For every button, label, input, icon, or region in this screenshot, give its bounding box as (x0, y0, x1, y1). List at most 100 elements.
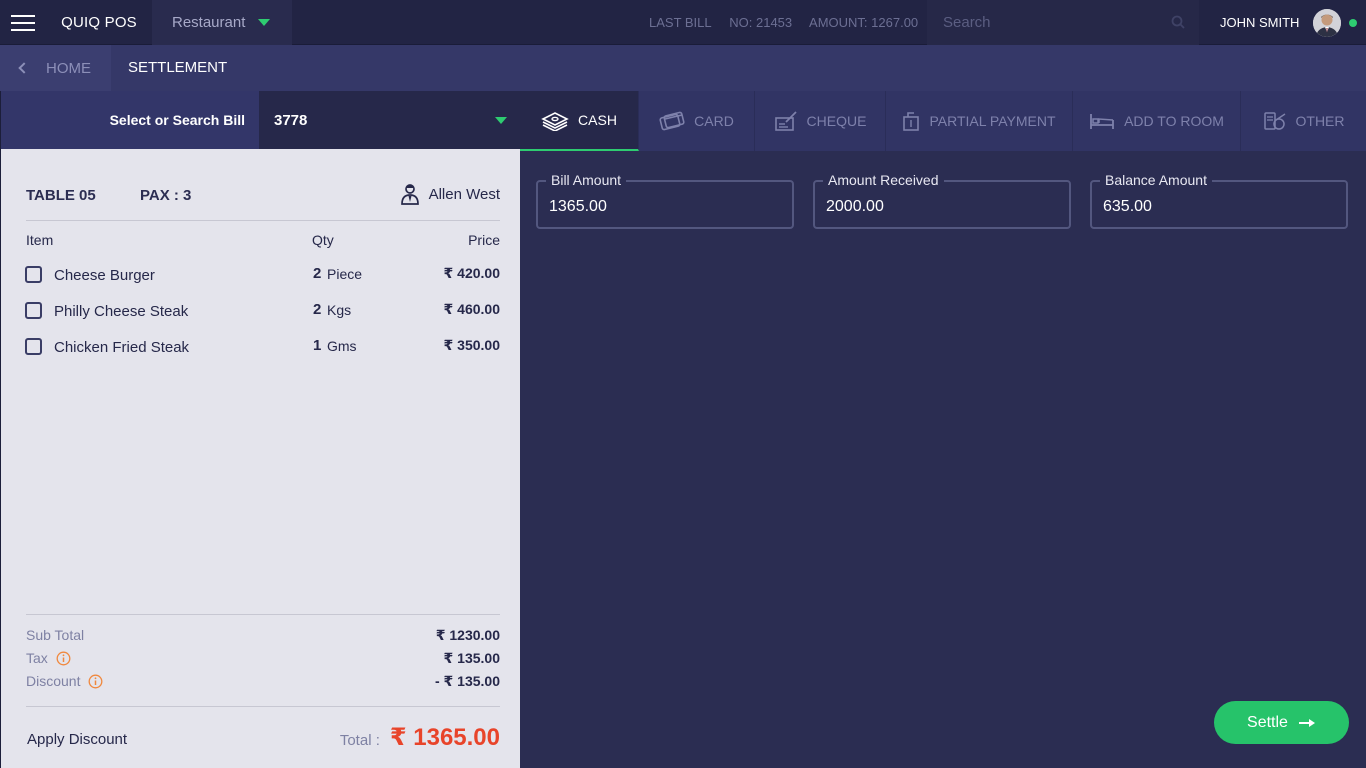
outlet-dropdown[interactable]: Restaurant (152, 0, 292, 45)
subtotal-value: ₹ 1230.00 (435, 627, 500, 643)
tax-label-wrap: Tax (26, 650, 500, 666)
discount-label-wrap: Discount (26, 673, 500, 689)
bill-select-label: Select or Search Bill (109, 112, 245, 128)
item-unit: Kgs (327, 302, 352, 318)
outlet-label: Restaurant (172, 14, 246, 31)
tab-cheque-label: CHEQUE (806, 113, 867, 129)
item-price: ₹ 460.00 (443, 301, 500, 317)
user-profile[interactable]: JOHN SMITH (1200, 0, 1366, 45)
chevron-down-icon (495, 117, 507, 124)
bill-select-value: 3778 (274, 111, 308, 129)
cash-amount-fields: Bill Amount 1365.00 Amount Received 2000… (536, 172, 1348, 230)
table-row: Philly Cheese Steak 2 Kgs ₹ 460.00 (25, 301, 500, 337)
apply-discount-link[interactable]: Apply Discount (27, 731, 127, 748)
info-icon[interactable] (88, 674, 103, 689)
cash-icon (541, 112, 569, 131)
bed-icon (1090, 114, 1114, 129)
tab-add-to-room-label: ADD TO ROOM (1124, 113, 1224, 129)
tab-add-to-room[interactable]: ADD TO ROOM (1073, 91, 1241, 151)
pax-count: PAX : 3 (140, 187, 192, 204)
bill-totals: Sub Total ₹ 1230.00 Tax ₹ 135.00 Discoun… (26, 614, 500, 696)
discount-row: Discount - ₹ 135.00 (26, 673, 500, 696)
item-checkbox[interactable] (25, 266, 42, 283)
tax-label: Tax (26, 650, 48, 666)
waiter-icon (400, 184, 419, 205)
tab-other-label: OTHER (1295, 113, 1345, 129)
last-bill-number: NO: 21453 (729, 15, 793, 30)
bill-amount-label: Bill Amount (546, 172, 627, 188)
tab-partial-payment[interactable]: PARTIAL PAYMENT (886, 91, 1073, 151)
avatar[interactable] (1313, 8, 1342, 37)
waiter-name: Allen West (428, 185, 500, 203)
bill-amount-field[interactable]: Bill Amount 1365.00 (536, 172, 794, 229)
balance-amount-label: Balance Amount (1100, 172, 1212, 188)
item-price: ₹ 420.00 (443, 265, 500, 281)
bill-footer: Apply Discount Total : ₹ 1365.00 (26, 706, 500, 768)
item-checkbox[interactable] (25, 338, 42, 355)
arrow-right-icon (1298, 718, 1315, 727)
amount-received-field[interactable]: Amount Received 2000.00 (813, 172, 1071, 229)
settle-button[interactable]: Settle (1214, 701, 1349, 744)
tab-cash[interactable]: CASH (520, 91, 639, 151)
grand-total: Total : ₹ 1365.00 (340, 723, 500, 752)
online-status-indicator (1349, 18, 1358, 27)
tab-cash-label: CASH (578, 112, 617, 128)
card-icon (659, 111, 685, 131)
bill-amount-value: 1365.00 (549, 198, 607, 215)
search-icon[interactable] (1171, 15, 1185, 29)
tab-other[interactable]: OTHER (1241, 91, 1366, 151)
breadcrumb-home-label: HOME (46, 59, 91, 77)
total-label: Total : (339, 732, 380, 749)
items-list: Cheese Burger 2 Piece ₹ 420.00 Philly Ch… (25, 265, 500, 373)
discount-label: Discount (26, 673, 81, 689)
tax-row: Tax ₹ 135.00 (26, 650, 500, 673)
subtotal-row: Sub Total ₹ 1230.00 (26, 627, 500, 650)
tab-card-label: CARD (694, 113, 734, 129)
item-name: Cheese Burger (54, 267, 155, 284)
discount-value: - ₹ 135.00 (434, 673, 500, 689)
chevron-left-icon (18, 62, 30, 74)
search-box (927, 0, 1199, 45)
balance-amount-field[interactable]: Balance Amount 635.00 (1090, 172, 1348, 229)
column-header-price: Price (468, 232, 500, 248)
search-input[interactable] (927, 0, 1157, 45)
item-qty: 2 (313, 265, 322, 282)
column-header-item: Item (26, 232, 54, 248)
table-row: Chicken Fried Steak 1 Gms ₹ 350.00 (25, 337, 500, 373)
bill-select-row: Select or Search Bill 3778 (0, 91, 521, 149)
info-icon[interactable] (56, 651, 71, 666)
payment-tabs: CASH CARD CHEQUE PARTIAL PAYMENT ADD TO … (520, 91, 1366, 151)
table-row: Cheese Burger 2 Piece ₹ 420.00 (25, 265, 500, 301)
waiter-info: Allen West (400, 183, 500, 205)
bill-details-panel: TABLE 05 PAX : 3 Allen West Item Qty Pri… (0, 149, 520, 768)
bill-select-dropdown[interactable]: 3778 (259, 91, 521, 149)
tab-card[interactable]: CARD (639, 91, 755, 151)
menu-icon[interactable] (0, 0, 46, 45)
other-payment-icon (1263, 112, 1285, 130)
breadcrumb-home-link[interactable]: HOME (0, 45, 111, 91)
brand-logo: QUIQ POS (61, 14, 137, 31)
tab-cheque[interactable]: CHEQUE (755, 91, 886, 151)
page-title: SETTLEMENT (128, 59, 228, 76)
breadcrumb: HOME SETTLEMENT (0, 45, 1366, 91)
total-value: ₹ 1365.00 (389, 724, 500, 751)
item-price: ₹ 350.00 (443, 337, 500, 353)
item-unit: Gms (327, 338, 357, 354)
item-checkbox[interactable] (25, 302, 42, 319)
user-name: JOHN SMITH (1220, 15, 1300, 30)
last-bill-label: LAST BILL (649, 15, 712, 30)
tab-partial-payment-label: PARTIAL PAYMENT (929, 113, 1056, 129)
column-header-qty: Qty (312, 232, 334, 248)
item-qty: 1 (313, 337, 322, 354)
amount-received-value: 2000.00 (826, 198, 884, 215)
cheque-icon (774, 111, 797, 131)
top-bar: QUIQ POS Restaurant LAST BILL NO: 21453 … (0, 0, 1366, 45)
subtotal-label: Sub Total (26, 627, 85, 643)
settle-button-label: Settle (1247, 713, 1288, 731)
table-number: TABLE 05 (26, 187, 96, 204)
chevron-down-icon (258, 19, 271, 26)
last-bill-info: LAST BILL NO: 21453 AMOUNT: 1267.00 (649, 0, 932, 45)
last-bill-amount: AMOUNT: 1267.00 (809, 15, 919, 30)
item-name: Chicken Fried Steak (54, 339, 190, 356)
item-name: Philly Cheese Steak (54, 303, 189, 320)
